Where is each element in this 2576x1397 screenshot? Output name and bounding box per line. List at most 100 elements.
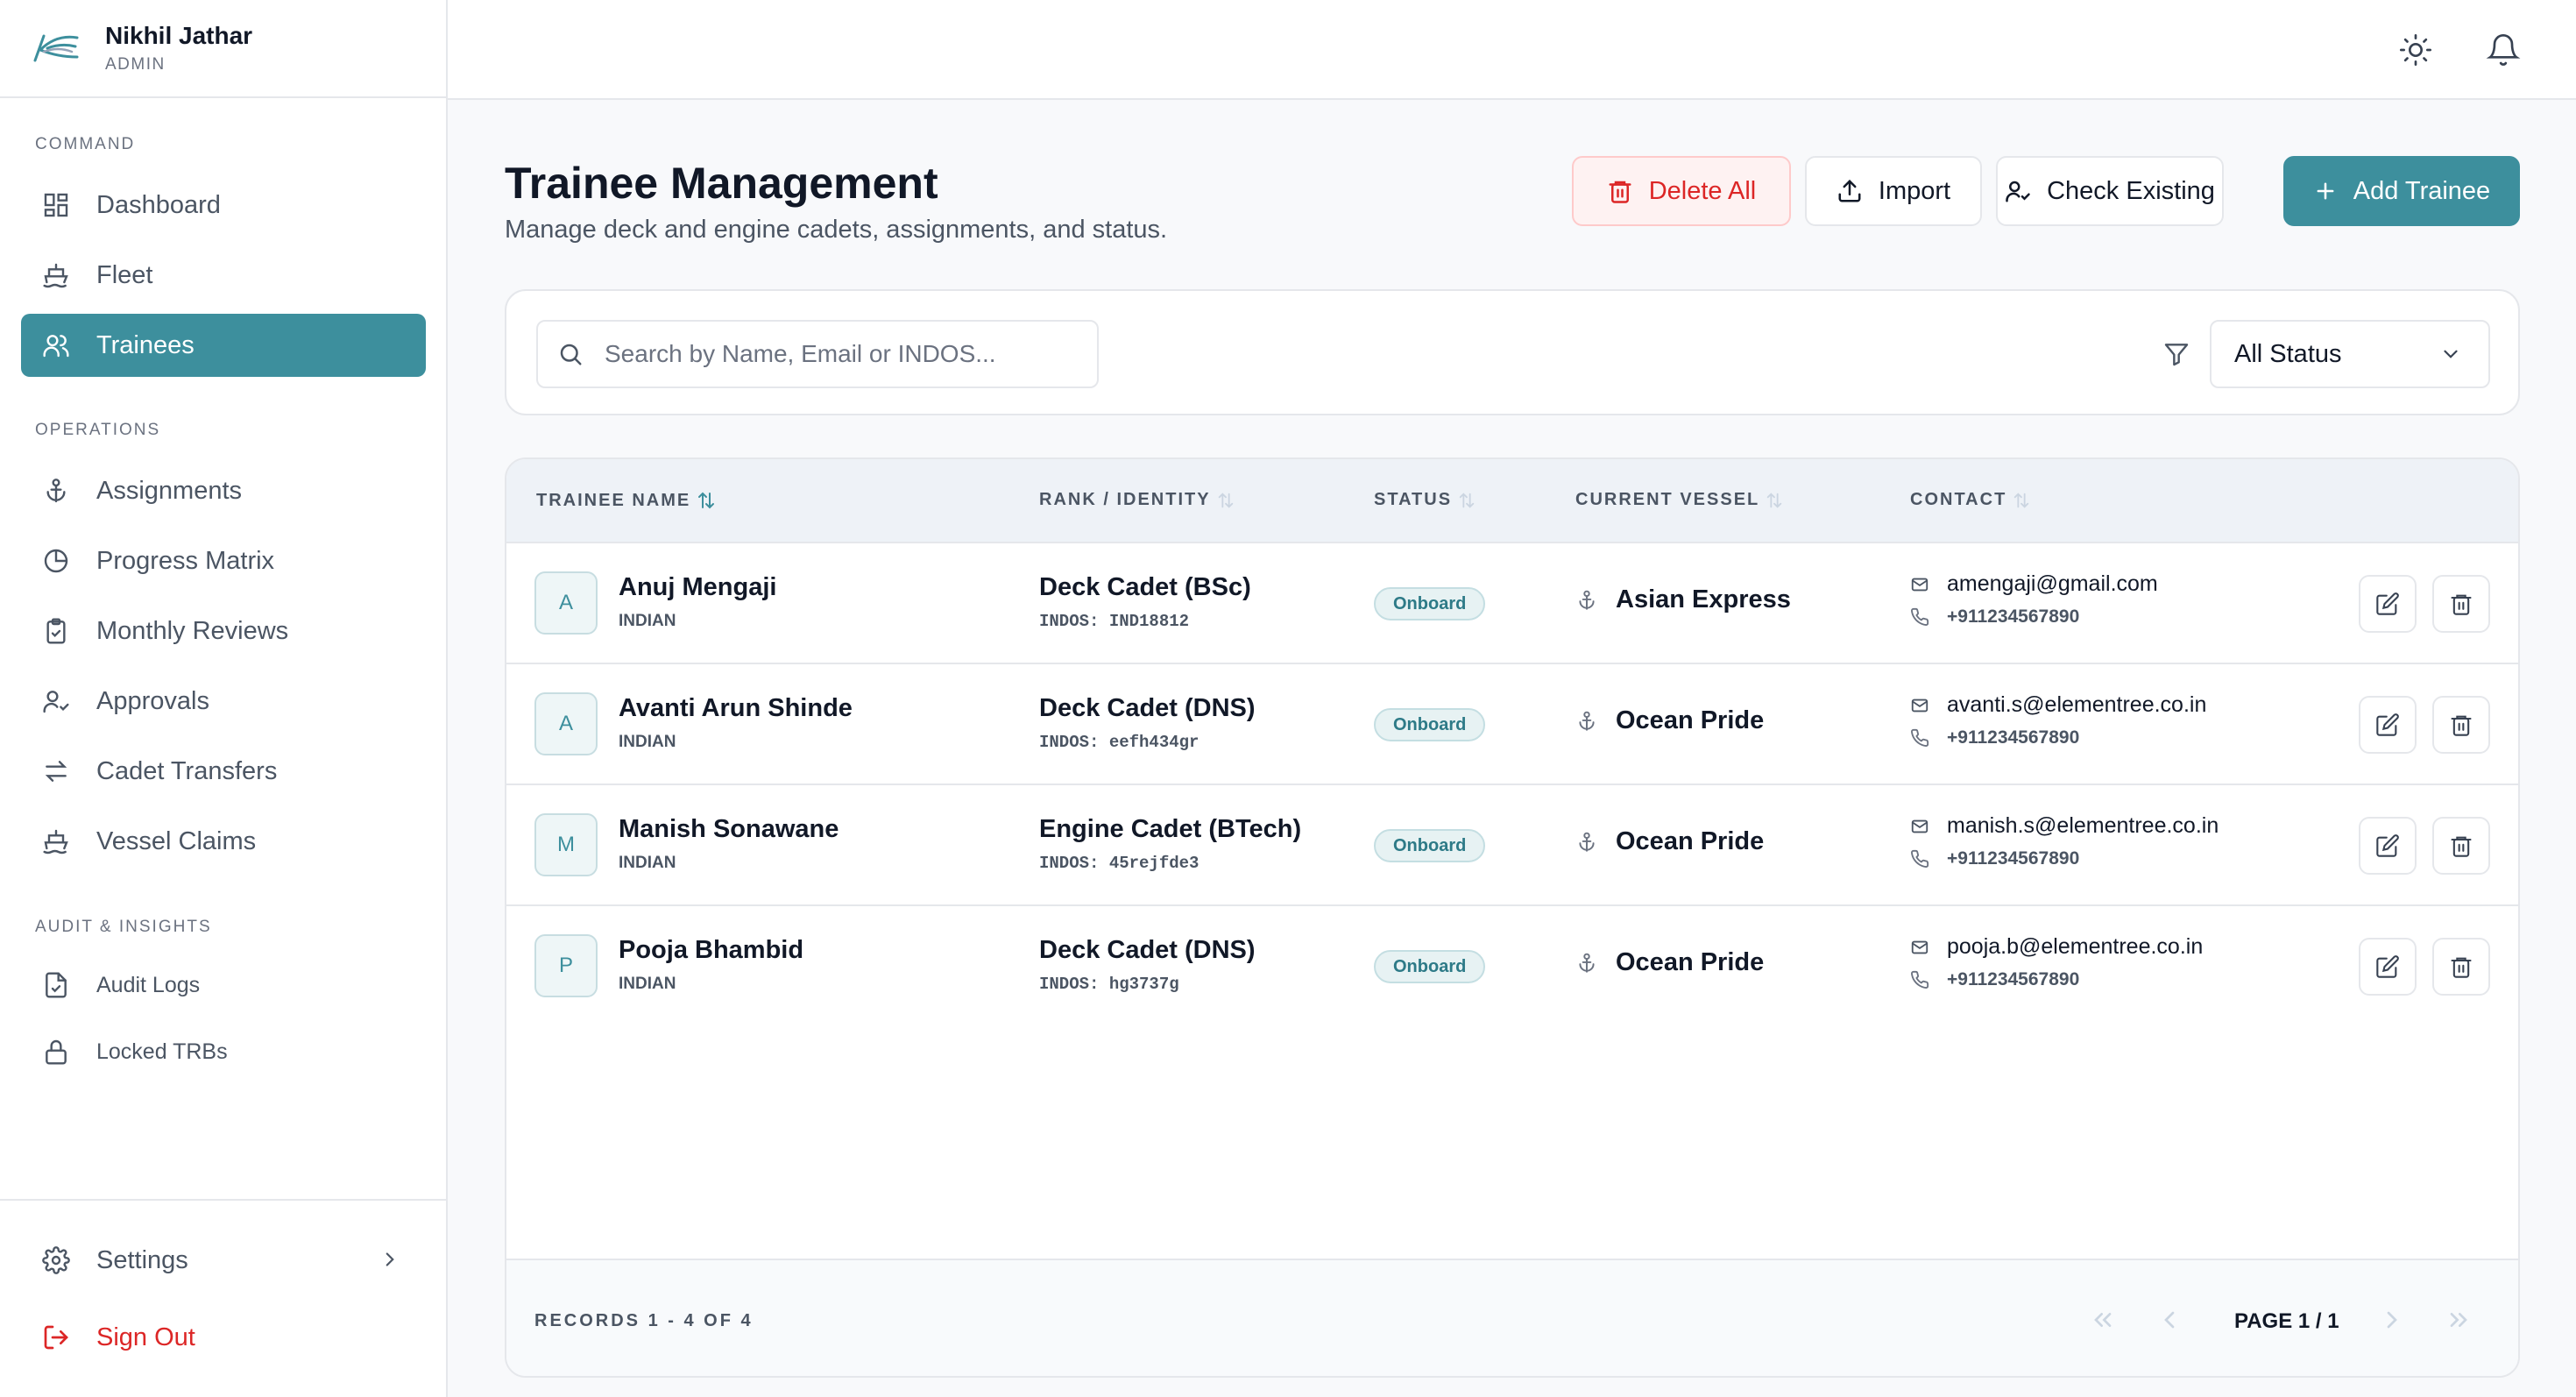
vessel-name: Ocean Pride (1616, 827, 1765, 855)
sidebar-item-label: Trainees (96, 330, 195, 359)
edit-button[interactable] (2359, 938, 2417, 996)
current-vessel: Asian Express (1575, 585, 1791, 614)
add-trainee-button[interactable]: Add Trainee (2283, 156, 2520, 226)
column-header-status[interactable]: STATUS (1374, 490, 1476, 510)
sort-icon (1765, 491, 1784, 510)
column-header-contact[interactable]: CONTACT (1910, 490, 2031, 510)
search-box[interactable] (536, 320, 1099, 388)
sidebar-item-label: Cadet Transfers (96, 756, 278, 785)
chevron-right-icon (379, 1248, 401, 1271)
sidebar-item-monthly-reviews[interactable]: Monthly Reviews (21, 599, 426, 663)
column-header-trainee-name[interactable]: TRAINEE NAME (536, 490, 717, 511)
records-count: RECORDS 1 - 4 OF 4 (534, 1311, 754, 1330)
anchor-icon (1575, 589, 1598, 612)
sidebar-item-locked-trbs[interactable]: Locked TRBs (21, 1020, 426, 1083)
filter-bar: All Status (505, 289, 2520, 415)
delete-row-button[interactable] (2432, 696, 2490, 754)
edit-button[interactable] (2359, 696, 2417, 754)
first-page-icon[interactable] (2089, 1306, 2117, 1334)
delete-row-button[interactable] (2432, 938, 2490, 996)
table-row[interactable]: M Manish Sonawane INDIAN Engine Cadet (B… (506, 785, 2518, 906)
ship-icon (40, 259, 72, 291)
table-row[interactable]: A Avanti Arun Shinde INDIAN Deck Cadet (… (506, 664, 2518, 785)
import-button[interactable]: Import (1805, 156, 1982, 226)
vessel-name: Ocean Pride (1616, 706, 1765, 734)
table-row[interactable]: A Anuj Mengaji INDIAN Deck Cadet (BSc) I… (506, 543, 2518, 664)
column-header-label: STATUS (1374, 490, 1453, 509)
trash-icon (2449, 833, 2473, 858)
last-page-icon[interactable] (2445, 1306, 2473, 1334)
delete-all-button[interactable]: Delete All (1572, 156, 1791, 226)
sidebar-item-vessel-claims[interactable]: Vessel Claims (21, 810, 426, 873)
sidebar-item-approvals[interactable]: Approvals (21, 670, 426, 733)
column-header-label: CURRENT VESSEL (1575, 490, 1760, 509)
phone-icon (1910, 728, 1929, 748)
sidebar-footer (0, 1199, 448, 1201)
trainee-indos: INDOS: 45rejfde3 (1039, 854, 1200, 873)
current-vessel: Ocean Pride (1575, 948, 1764, 977)
company-logo-icon (33, 34, 79, 62)
trainee-name: Anuj Mengaji (619, 573, 777, 601)
mail-icon (1910, 575, 1929, 594)
sidebar-item-dashboard[interactable]: Dashboard (21, 174, 426, 237)
avatar: P (534, 934, 598, 997)
current-vessel: Ocean Pride (1575, 827, 1764, 856)
table-footer: RECORDS 1 - 4 OF 4 PAGE 1 / 1 (506, 1259, 2518, 1376)
clipboard-check-icon (40, 615, 72, 647)
check-existing-button[interactable]: Check Existing (1996, 156, 2224, 226)
column-header-rank[interactable]: RANK / IDENTITY (1039, 490, 1235, 510)
column-header-label: RANK / IDENTITY (1039, 490, 1211, 509)
sidebar-item-fleet[interactable]: Fleet (21, 244, 426, 307)
sort-icon (1457, 491, 1476, 510)
sidebar-item-progress-matrix[interactable]: Progress Matrix (21, 529, 426, 592)
file-check-icon (40, 969, 72, 1001)
edit-button[interactable] (2359, 817, 2417, 875)
delete-row-button[interactable] (2432, 817, 2490, 875)
email-text: pooja.b@elementree.co.in (1947, 934, 2204, 959)
search-input[interactable] (605, 340, 1060, 368)
delete-all-label: Delete All (1648, 176, 1757, 205)
column-header-current-vessel[interactable]: CURRENT VESSEL (1575, 490, 1784, 510)
phone-text: +911234567890 (1947, 606, 2080, 627)
edit-icon (2375, 833, 2400, 858)
top-bar (448, 0, 2576, 100)
sidebar-item-trainees[interactable]: Trainees (21, 314, 426, 377)
sidebar-item-audit-logs[interactable]: Audit Logs (21, 954, 426, 1017)
trainee-name: Pooja Bhambid (619, 936, 804, 964)
next-page-icon[interactable] (2378, 1306, 2406, 1334)
contact-phone: +911234567890 (1910, 727, 2079, 748)
delete-row-button[interactable] (2432, 575, 2490, 633)
sidebar-item-label: Dashboard (96, 190, 221, 219)
contact-phone: +911234567890 (1910, 848, 2079, 869)
pie-chart-icon (40, 545, 72, 577)
contact-email: pooja.b@elementree.co.in (1910, 934, 2203, 960)
theme-toggle-sun-icon[interactable] (2398, 32, 2433, 67)
sign-out-label: Sign Out (96, 1323, 195, 1351)
avatar: A (534, 692, 598, 755)
status-select[interactable]: All Status (2210, 320, 2490, 388)
prev-page-icon[interactable] (2155, 1306, 2183, 1334)
section-label-command: COMMAND (35, 135, 136, 153)
sidebar-item-label: Approvals (96, 686, 209, 715)
sort-icon (696, 490, 717, 511)
sidebar-item-cadet-transfers[interactable]: Cadet Transfers (21, 740, 426, 803)
search-icon (557, 341, 584, 367)
edit-button[interactable] (2359, 575, 2417, 633)
vessel-name: Asian Express (1616, 585, 1791, 613)
table-row[interactable]: P Pooja Bhambid INDIAN Deck Cadet (DNS) … (506, 906, 2518, 1027)
trainee-nationality: INDIAN (619, 612, 676, 630)
user-name: Nikhil Jathar (105, 22, 253, 49)
sidebar-item-label: Vessel Claims (96, 826, 257, 855)
bell-icon[interactable] (2486, 32, 2521, 67)
avatar: M (534, 813, 598, 876)
sidebar-item-label: Assignments (96, 476, 243, 505)
phone-text: +911234567890 (1947, 969, 2080, 989)
sign-out-button[interactable]: Sign Out (21, 1306, 426, 1369)
current-vessel: Ocean Pride (1575, 706, 1764, 735)
sidebar-item-label: Fleet (96, 260, 153, 289)
phone-icon (1910, 849, 1929, 869)
column-header-label: TRAINEE NAME (536, 490, 691, 510)
sidebar-item-assignments[interactable]: Assignments (21, 459, 426, 522)
brand-header: Nikhil Jathar ADMIN (0, 0, 446, 98)
settings-button[interactable]: Settings (21, 1229, 426, 1292)
